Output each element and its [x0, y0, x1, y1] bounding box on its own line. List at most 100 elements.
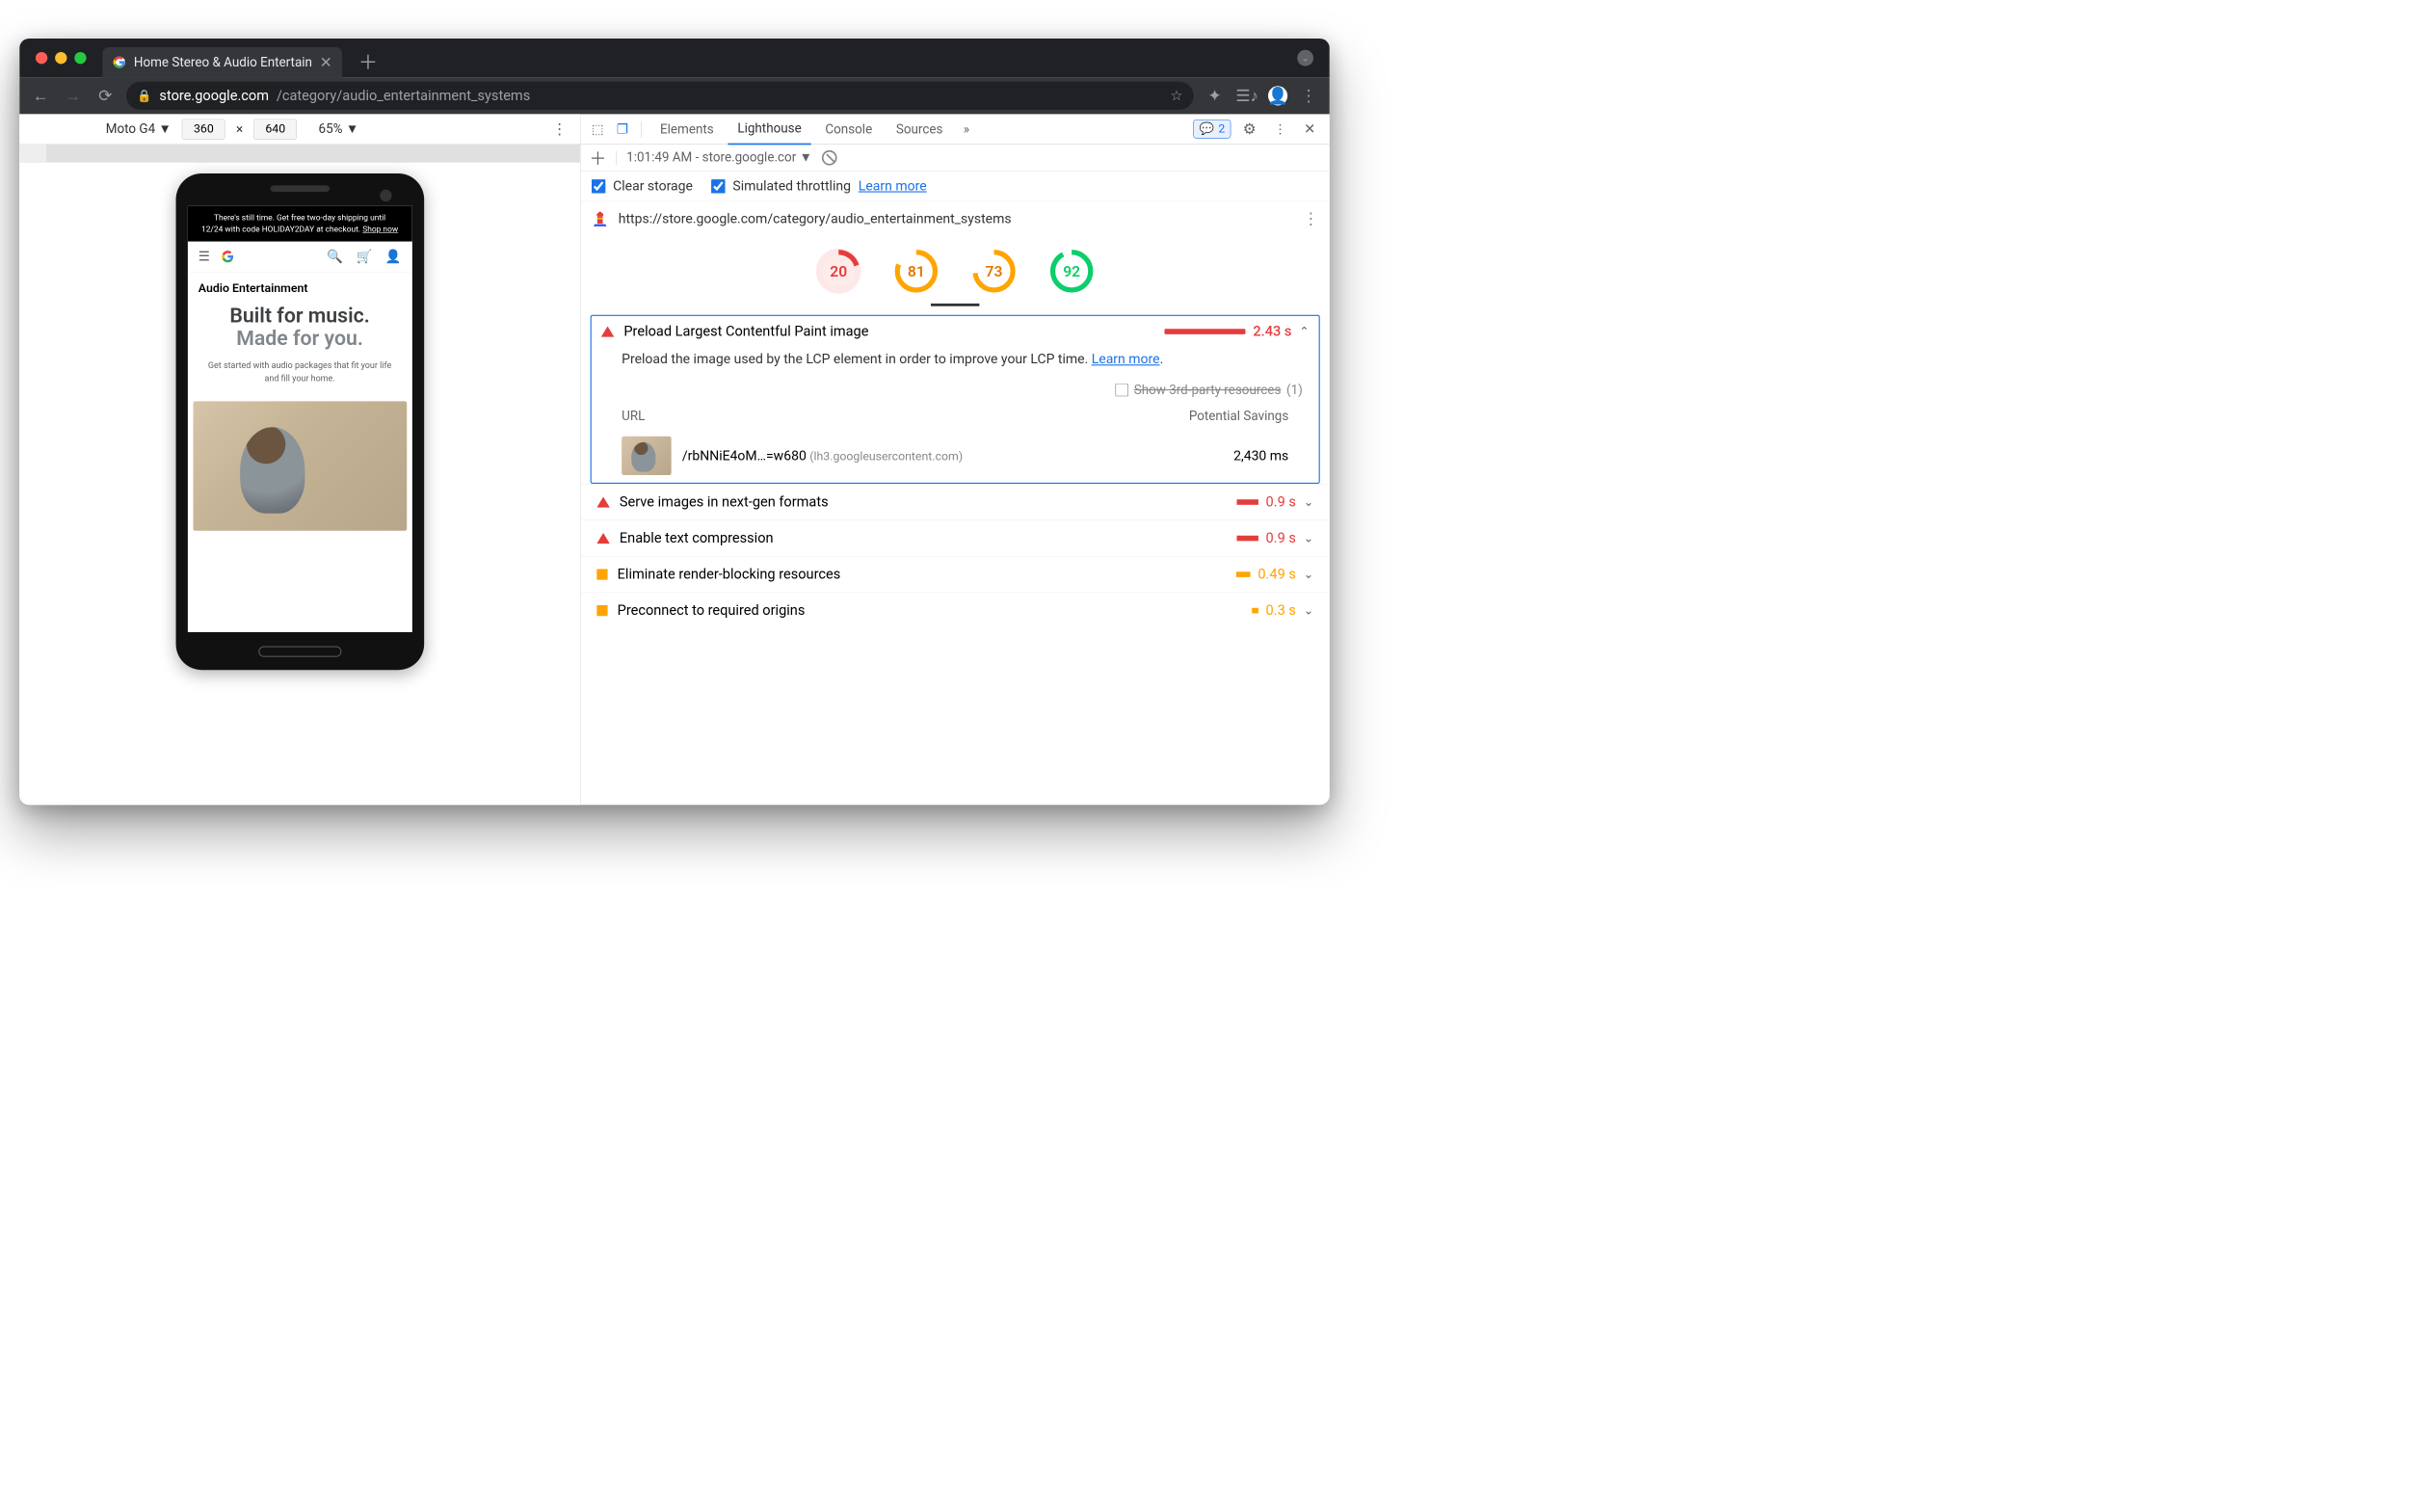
ruler: [19, 145, 580, 163]
chevron-down-icon[interactable]: ⌄: [1304, 604, 1313, 618]
learn-more-link[interactable]: Learn more: [859, 178, 927, 194]
savings-bar: [1252, 608, 1258, 614]
row-savings: 2,430 ms: [1233, 448, 1288, 464]
table-row: /rbNNiE4oM…=w680 (lh3.googleusercontent.…: [622, 429, 1288, 483]
tab-console[interactable]: Console: [815, 114, 882, 144]
tab-title: Home Stereo & Audio Entertain: [134, 55, 312, 70]
browser-tab[interactable]: Home Stereo & Audio Entertain ✕: [102, 47, 342, 77]
close-devtools-icon[interactable]: ✕: [1296, 120, 1323, 137]
phone-screen[interactable]: There's still time. Get free two-day shi…: [188, 206, 412, 632]
gauge-seo[interactable]: 92: [1049, 249, 1095, 294]
width-input[interactable]: [182, 119, 225, 139]
clear-storage-label: Clear storage: [613, 178, 693, 194]
device-pane: Moto G4 ▼ × 65% ▼ ⋮ There's still time. …: [19, 114, 580, 805]
extensions-icon[interactable]: ✦: [1204, 85, 1227, 108]
device-select[interactable]: Moto G4 ▼: [106, 121, 172, 137]
audit-row[interactable]: Serve images in next-gen formats 0.9 s ⌄: [581, 484, 1330, 520]
audit-header[interactable]: Preload Largest Contentful Paint image 2…: [592, 316, 1319, 347]
close-tab-icon[interactable]: ✕: [320, 53, 332, 70]
tab-elements[interactable]: Elements: [650, 114, 724, 144]
cart-icon[interactable]: 🛒: [356, 249, 372, 264]
report-select[interactable]: 1:01:49 AM - store.google.cor ▼: [626, 149, 812, 165]
hero: Built for music. Made for you. Get start…: [188, 300, 412, 390]
savings-bar: [1236, 571, 1251, 577]
devtools-menu-icon[interactable]: ⋮: [1268, 121, 1292, 137]
device-mode-icon[interactable]: ❐: [612, 121, 632, 137]
traffic-lights: [36, 52, 87, 64]
new-tab-button[interactable]: ＋: [358, 46, 378, 74]
hamburger-icon[interactable]: ☰: [199, 249, 210, 264]
audit-row[interactable]: Preconnect to required origins 0.3 s ⌄: [581, 593, 1330, 629]
google-logo-icon[interactable]: [221, 250, 235, 264]
gauge-performance[interactable]: 20: [816, 249, 861, 294]
gauge-accessibility[interactable]: 81: [893, 249, 939, 294]
fail-icon: [596, 496, 609, 507]
chevron-down-icon[interactable]: ⌄: [1304, 568, 1313, 581]
audit-url-row: https://store.google.com/category/audio_…: [581, 201, 1330, 236]
hero-heading: Built for music. Made for you.: [203, 305, 395, 351]
url-host: store.google.com: [159, 88, 269, 104]
more-tabs-icon[interactable]: »: [957, 121, 976, 137]
row-url: /rbNNiE4oM…=w680 (lh3.googleusercontent.…: [682, 448, 1223, 464]
maximize-window-icon[interactable]: [74, 52, 86, 64]
tab-lighthouse[interactable]: Lighthouse: [728, 113, 811, 145]
report-menu-icon[interactable]: ⋮: [1303, 209, 1319, 228]
audit-row-time: 0.9 s: [1266, 530, 1296, 546]
audit-row[interactable]: Eliminate render-blocking resources 0.49…: [581, 556, 1330, 593]
height-input[interactable]: [253, 119, 297, 139]
store-header: ☰ 🔍 🛒 👤: [188, 242, 412, 273]
clear-storage-checkbox[interactable]: [592, 179, 606, 194]
issues-badge[interactable]: 💬 2: [1193, 119, 1231, 139]
fail-icon: [596, 533, 609, 544]
main-audit: Preload Largest Contentful Paint image 2…: [591, 315, 1320, 484]
chevron-down-icon[interactable]: ⌄: [1304, 495, 1313, 509]
audit-learn-more-link[interactable]: Learn more: [1092, 352, 1160, 367]
menu-icon[interactable]: ⋮: [1297, 85, 1320, 108]
back-button[interactable]: ←: [29, 85, 52, 108]
minimize-window-icon[interactable]: [55, 52, 66, 64]
lock-icon: 🔒: [137, 89, 151, 102]
audit-row-time: 0.3 s: [1266, 602, 1296, 619]
reload-button[interactable]: ⟳: [93, 85, 117, 108]
third-party-checkbox[interactable]: [1116, 384, 1128, 396]
options-row: Clear storage Simulated throttling Learn…: [581, 172, 1330, 201]
tab-sources[interactable]: Sources: [887, 114, 953, 144]
account-icon[interactable]: 👤: [385, 249, 402, 264]
camera-icon: [380, 190, 391, 201]
inspect-icon[interactable]: ⬚: [587, 121, 608, 137]
chevron-down-icon[interactable]: ⌄: [1304, 532, 1313, 545]
warning-icon: [596, 605, 607, 616]
col-savings: Potential Savings: [1189, 409, 1288, 424]
url-input[interactable]: 🔒 store.google.com/category/audio_entert…: [126, 82, 1194, 110]
profile-icon[interactable]: 👤: [1268, 86, 1287, 105]
settings-icon[interactable]: ⚙: [1235, 120, 1264, 138]
forward-button[interactable]: →: [62, 85, 85, 108]
close-window-icon[interactable]: [36, 52, 47, 64]
audit-row[interactable]: Enable text compression 0.9 s ⌄: [581, 520, 1330, 557]
search-icon[interactable]: 🔍: [327, 249, 343, 264]
zoom-select[interactable]: 65% ▼: [319, 121, 359, 137]
throttling-checkbox[interactable]: [711, 179, 726, 194]
throttling-label: Simulated throttling: [732, 178, 851, 194]
audit-row-title: Serve images in next-gen formats: [620, 494, 829, 511]
star-icon[interactable]: ☆: [1170, 88, 1182, 104]
gauge-best-practices[interactable]: 73: [971, 249, 1017, 294]
device-stage: There's still time. Get free two-day shi…: [19, 163, 580, 805]
savings-bar: [1236, 536, 1257, 542]
devtools-tabs: ⬚ ❐ Elements Lighthouse Console Sources …: [581, 114, 1330, 144]
audit-description: Preload the image used by the LCP elemen…: [592, 347, 1319, 377]
third-party-toggle: Show 3rd-party resources (1): [592, 377, 1319, 403]
new-report-icon[interactable]: ＋: [590, 146, 607, 171]
shop-now-link[interactable]: Shop now: [362, 225, 398, 234]
reading-list-icon[interactable]: ☰♪: [1235, 85, 1258, 108]
device-toolbar: Moto G4 ▼ × 65% ▼ ⋮: [19, 114, 580, 144]
warning-icon: [596, 569, 607, 579]
savings-table: URL Potential Savings /rbNNiE4oM…=w680 (…: [592, 403, 1319, 483]
chevron-down-icon[interactable]: ⌄: [1297, 50, 1313, 66]
titlebar: Home Stereo & Audio Entertain ✕ ＋ ⌄: [19, 39, 1330, 77]
audit-row-title: Eliminate render-blocking resources: [618, 567, 841, 583]
clear-icon[interactable]: [822, 150, 837, 166]
device-menu-icon[interactable]: ⋮: [552, 120, 568, 138]
chevron-up-icon[interactable]: ⌃: [1299, 325, 1309, 338]
category-title: Audio Entertainment: [188, 272, 412, 300]
